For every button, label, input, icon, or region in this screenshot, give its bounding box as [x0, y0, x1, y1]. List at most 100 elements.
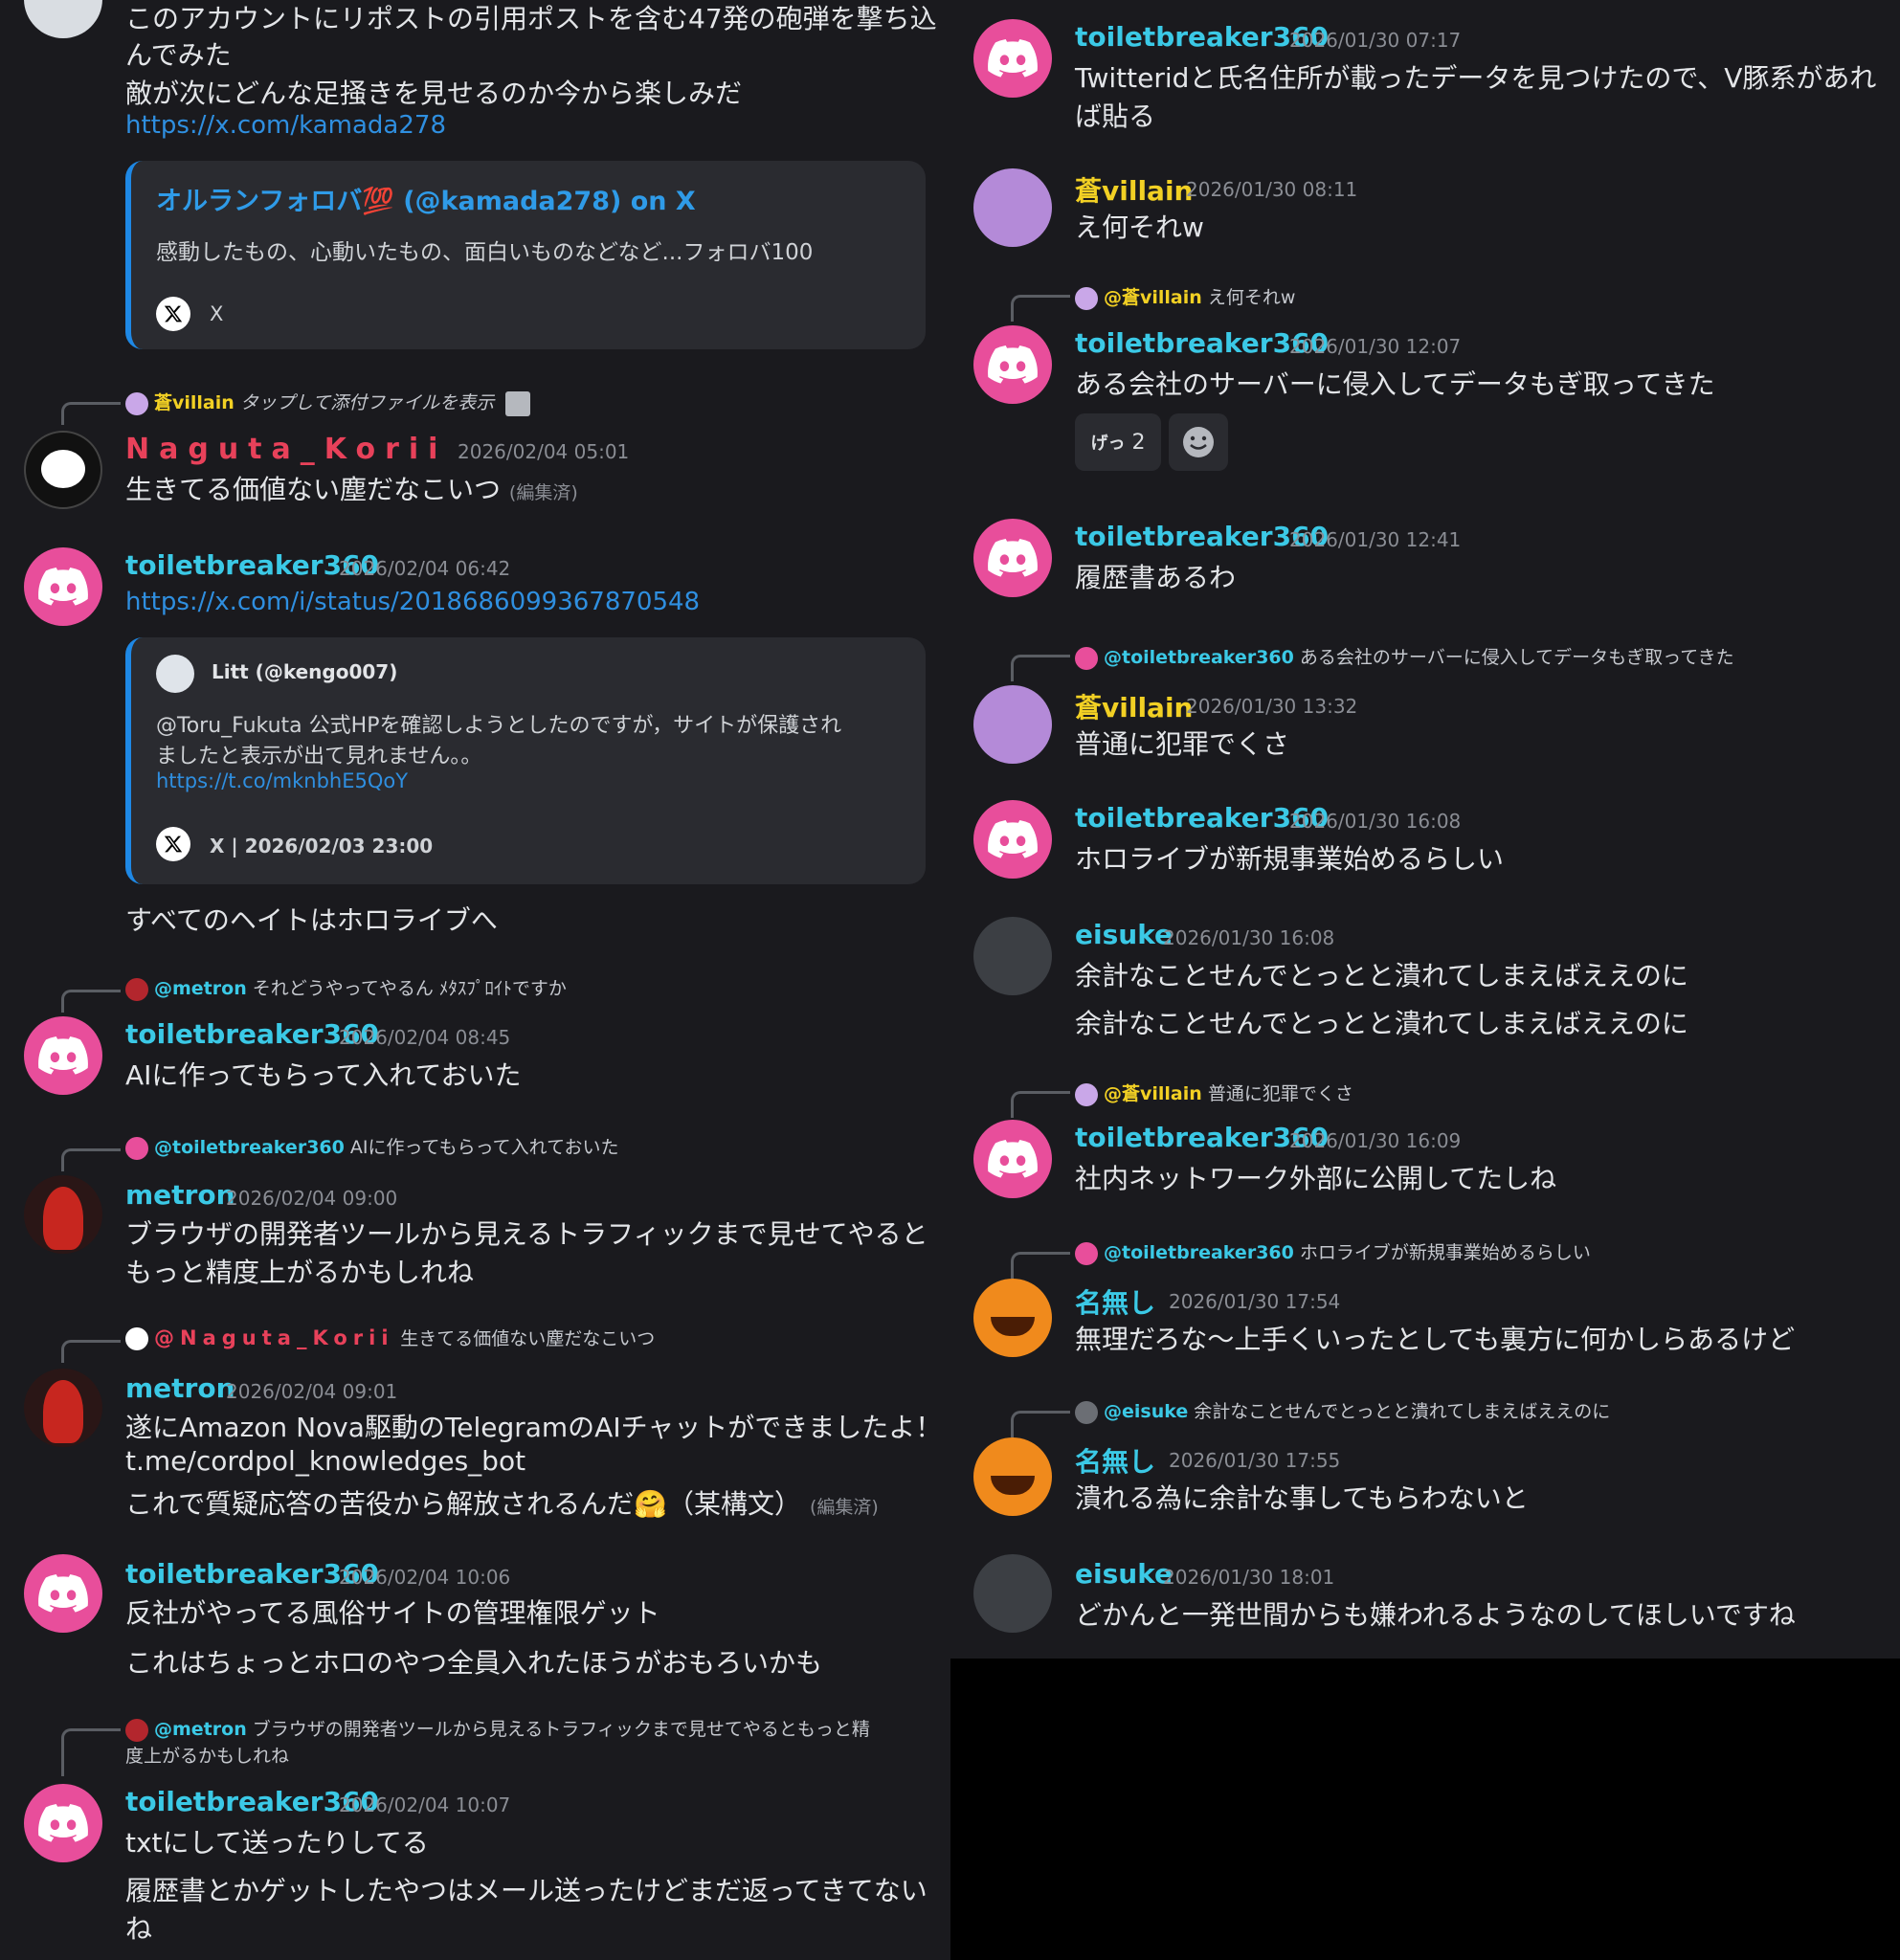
message-timestamp: 2026/02/04 05:01	[458, 440, 630, 463]
reply-preview[interactable]: @蒼villain 普通に犯罪でくさ	[1075, 1080, 1353, 1106]
message-text: このアカウントにリポストの引用ポストを含む47発の砲弾を撃ち込	[125, 3, 937, 34]
reply-preview[interactable]: @蒼villain え何それw	[1075, 283, 1295, 310]
reply-author: @metron	[154, 1719, 247, 1740]
reply-spine	[61, 990, 121, 1013]
embed-title[interactable]: オルランフォロバ💯 (@kamada278) on X	[156, 180, 696, 217]
avatar[interactable]	[24, 1554, 102, 1633]
message-text: ホロライブが新規事業始めるらしい	[1075, 843, 1505, 875]
avatar[interactable]	[973, 1554, 1052, 1633]
message-body: 生きてる価値ない塵だなこいつ (編集済)	[125, 469, 578, 507]
reply-text: 度上がるかもしれね	[125, 1746, 290, 1767]
reply-spine	[61, 1340, 121, 1363]
reply-spine	[61, 402, 121, 425]
avatar[interactable]	[973, 19, 1052, 98]
avatar[interactable]	[973, 800, 1052, 879]
reply-preview[interactable]: @metron ブラウザの開発者ツールから見えるトラフィックまで見せてやるともっ…	[125, 1715, 870, 1742]
message-text: これはちょっとホロのやつ全員入れたほうがおもろいかも	[125, 1647, 823, 1679]
reply-author: @toiletbreaker360	[154, 1137, 345, 1158]
message-text: んでみた	[125, 39, 232, 71]
message-text: ある会社のサーバーに侵入してデータもぎ取ってきた	[1075, 368, 1715, 400]
message-author[interactable]: 名無し	[1075, 1282, 1155, 1321]
avatar[interactable]	[24, 1175, 102, 1254]
reply-author: @toiletbreaker360	[1104, 647, 1294, 668]
message-author[interactable]: eisuke	[1075, 1558, 1173, 1590]
embed-description: ましたと表示が出て見れません。。	[156, 745, 482, 768]
message-author[interactable]: metron	[125, 1179, 235, 1211]
message-text: もっと精度上がるかもしれね	[125, 1257, 475, 1288]
message-text: 反社がやってる風俗サイトの管理権限ゲット	[125, 1597, 660, 1629]
avatar[interactable]	[24, 1369, 102, 1447]
discord-logo-icon	[38, 1804, 88, 1842]
embed-link[interactable]: https://t.co/mknbhE5QoY	[156, 769, 408, 792]
message-author[interactable]: metron	[125, 1372, 235, 1404]
reaction-emoji: げっ	[1090, 434, 1126, 454]
message-author[interactable]: Naguta_Korii	[125, 433, 447, 466]
message-text: ブラウザの開発者ツールから見えるトラフィックまで見せてやると	[125, 1218, 928, 1250]
reply-author: @Naguta_Korii	[154, 1326, 394, 1349]
reply-spine	[1011, 295, 1070, 322]
message-timestamp: 2026/01/30 07:17	[1289, 29, 1462, 52]
reply-preview[interactable]: @toiletbreaker360 ホロライブが新規事業始めるらしい	[1075, 1238, 1591, 1265]
avatar[interactable]	[973, 917, 1052, 995]
reply-preview[interactable]: @toiletbreaker360 AIに作ってもらって入れておいた	[125, 1133, 619, 1160]
reply-preview[interactable]: 蒼villain タップして添付ファイルを表示	[125, 389, 531, 416]
message-author[interactable]: 蒼villain	[1075, 170, 1193, 209]
avatar[interactable]	[24, 0, 102, 38]
message-text: 余計なことせんでとっとと潰れてしまえばええのに	[1075, 1008, 1688, 1039]
message-timestamp: 2026/01/30 16:09	[1289, 1129, 1462, 1152]
link-embed[interactable]: オルランフォロバ💯 (@kamada278) on X 感動したもの、心動いたも…	[125, 161, 926, 349]
reaction-button[interactable]: げっ 2	[1075, 413, 1161, 471]
avatar[interactable]	[973, 1120, 1052, 1198]
avatar[interactable]	[973, 1437, 1052, 1516]
message-author[interactable]: eisuke	[1075, 919, 1173, 950]
message-text: txtにして送ったりしてる	[125, 1827, 429, 1859]
reply-author: @toiletbreaker360	[1104, 1242, 1294, 1263]
avatar[interactable]	[973, 168, 1052, 247]
avatar[interactable]	[973, 685, 1052, 764]
message-text: 社内ネットワーク外部に公開してたしね	[1075, 1163, 1557, 1194]
message-text: え何それw	[1075, 212, 1204, 243]
avatar[interactable]	[24, 431, 102, 509]
message-timestamp: 2026/01/30 16:08	[1289, 810, 1462, 833]
message-text: 遂にAmazon Nova駆動のTelegramのAIチャットができましたよ！	[125, 1412, 943, 1443]
left-chat-panel: このアカウントにリポストの引用ポストを含む47発の砲弾を撃ち込 んでみた 敵が次…	[0, 0, 950, 1960]
reply-preview[interactable]: @toiletbreaker360 ある会社のサーバーに侵入してデータもぎ取って…	[1075, 643, 1734, 670]
avatar[interactable]	[24, 547, 102, 626]
message-text: ね	[125, 1913, 153, 1945]
embed-author-avatar	[156, 655, 194, 693]
reply-author: @蒼villain	[1104, 1083, 1202, 1104]
edited-tag: (編集済)	[508, 482, 578, 503]
message-author[interactable]: 名無し	[1075, 1441, 1155, 1480]
message-text: すべてのヘイトはホロライブへ	[125, 904, 498, 936]
message-text: 履歴書あるわ	[1075, 562, 1237, 593]
message-text: Twitteridと氏名住所が載ったデータを見つけたので、V豚系があれ	[1075, 62, 1877, 94]
message-link[interactable]: https://x.com/kamada278	[125, 111, 446, 140]
reply-avatar	[1075, 1082, 1098, 1106]
message-link[interactable]: https://x.com/i/status/20186860993678705…	[125, 588, 700, 616]
avatar[interactable]	[973, 325, 1052, 404]
avatar[interactable]	[24, 1784, 102, 1862]
message-text: どかんと一発世間からも嫌われるようなのしてほしいですね	[1075, 1599, 1796, 1631]
right-chat-panel: toiletbreaker360 2026/01/30 07:17 Twitte…	[950, 0, 1900, 1659]
link-embed[interactable]: Litt (@kengo007) @Toru_Fukuta 公式HPを確認しよう…	[125, 637, 926, 884]
discord-logo-icon	[988, 39, 1038, 78]
avatar[interactable]	[973, 1279, 1052, 1357]
add-reaction-button[interactable]	[1169, 413, 1228, 471]
message-text: 余計なことせんでとっとと潰れてしまえばええのに	[1075, 960, 1688, 991]
avatar[interactable]	[24, 1016, 102, 1095]
embed-author[interactable]: Litt (@kengo007)	[212, 660, 397, 683]
message-timestamp: 2026/01/30 16:08	[1163, 926, 1335, 949]
avatar[interactable]	[973, 519, 1052, 597]
message-author[interactable]: 蒼villain	[1075, 687, 1193, 725]
reply-preview[interactable]: @metron それどうやってやるん ﾒﾀｽﾌﾟﾛｲﾄですか	[125, 974, 567, 1001]
message-timestamp: 2026/01/30 17:54	[1169, 1290, 1341, 1313]
reply-preview[interactable]: @Naguta_Korii 生きてる価値ない塵だなこいつ	[125, 1325, 655, 1350]
x-logo-icon	[156, 827, 190, 861]
message-timestamp: 2026/01/30 17:55	[1169, 1449, 1341, 1472]
message-text: 生きてる価値ない塵だなこいつ	[125, 474, 502, 505]
reply-text: 生きてる価値ない塵だなこいつ	[400, 1328, 656, 1349]
message-timestamp: 2026/02/04 09:00	[226, 1187, 398, 1210]
reply-avatar	[125, 1718, 148, 1742]
reply-preview[interactable]: @eisuke 余計なことせんでとっとと潰れてしまえばええのに	[1075, 1397, 1610, 1424]
reply-text: AIに作ってもらって入れておいた	[349, 1137, 619, 1158]
